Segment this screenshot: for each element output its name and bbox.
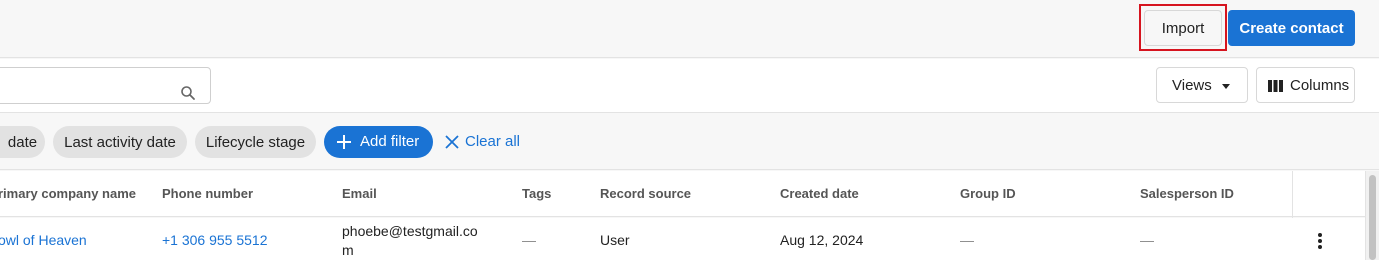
tags-cell: — — [522, 232, 536, 248]
column-header-tags[interactable]: Tags — [522, 186, 551, 201]
vertical-scrollbar[interactable] — [1365, 171, 1379, 260]
column-header-email[interactable]: Email — [342, 186, 377, 201]
salesperson-id-cell: — — [1140, 232, 1154, 248]
add-filter-label: Add filter — [360, 133, 420, 150]
plus-icon — [337, 135, 351, 149]
column-header-record-source[interactable]: Record source — [600, 186, 691, 201]
filter-row: date Last activity date Lifecycle stage … — [0, 114, 1379, 170]
search-input[interactable] — [0, 67, 211, 104]
column-header-salesperson-id[interactable]: Salesperson ID — [1140, 186, 1234, 201]
columns-button[interactable]: Columns — [1256, 67, 1355, 103]
table-header: rimary company name Phone number Email T… — [0, 171, 1379, 260]
views-label: Views — [1172, 76, 1212, 94]
column-header-company[interactable]: rimary company name — [0, 186, 136, 201]
created-date-cell: Aug 12, 2024 — [780, 232, 864, 248]
column-header-phone[interactable]: Phone number — [162, 186, 253, 201]
close-icon — [445, 135, 459, 149]
columns-label: Columns — [1290, 77, 1350, 94]
top-toolbar: Import Create contact — [0, 0, 1379, 58]
company-link[interactable]: owl of Heaven — [0, 232, 87, 248]
phone-link[interactable]: +1 306 955 5512 — [162, 232, 268, 248]
filter-chip-last-activity-date[interactable]: Last activity date — [53, 126, 187, 158]
filter-chip-lifecycle-stage[interactable]: Lifecycle stage — [195, 126, 316, 158]
group-id-cell: — — [960, 232, 974, 248]
add-filter-button[interactable]: Add filter — [324, 126, 433, 158]
filter-chip-date[interactable]: date — [0, 126, 45, 158]
clear-all-label: Clear all — [465, 133, 521, 150]
create-contact-button[interactable]: Create contact — [1228, 10, 1355, 46]
record-source-cell: User — [600, 232, 630, 248]
email-cell: phoebe@testgmail.com — [342, 223, 478, 258]
import-button[interactable]: Import — [1144, 10, 1222, 46]
caret-down-icon — [1222, 84, 1230, 89]
column-header-group-id[interactable]: Group ID — [960, 186, 1016, 201]
search-bar-row: Views Columns — [0, 59, 1379, 113]
table-row[interactable]: owl of Heaven +1 306 955 5512 phoebe@tes… — [0, 218, 1379, 260]
more-vertical-icon[interactable] — [1312, 232, 1328, 250]
scrollbar-thumb[interactable] — [1369, 175, 1376, 260]
column-header-created-date[interactable]: Created date — [780, 186, 859, 201]
columns-icon — [1268, 80, 1283, 92]
search-icon — [181, 86, 195, 100]
views-dropdown[interactable]: Views — [1156, 67, 1248, 103]
